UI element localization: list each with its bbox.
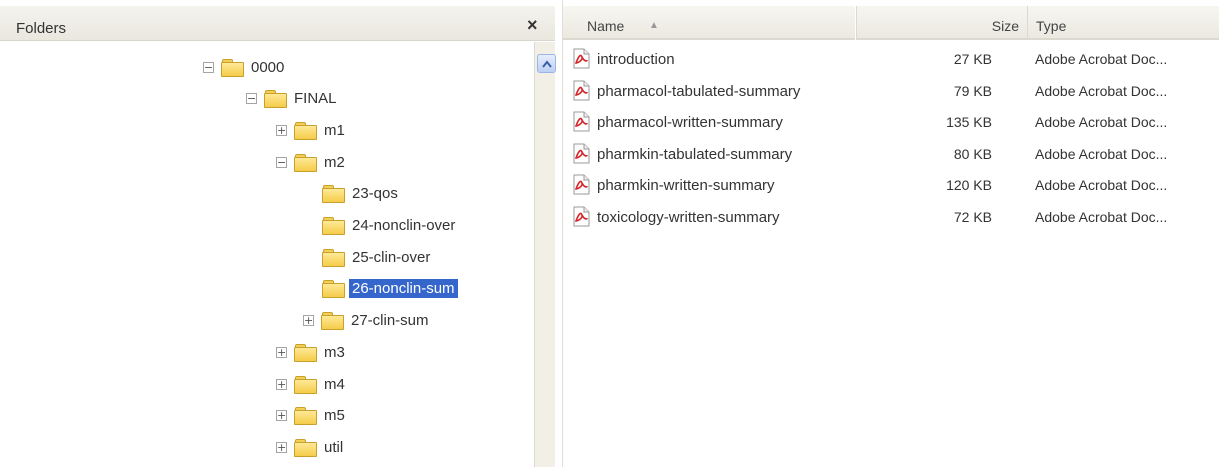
file-type: Adobe Acrobat Doc...: [1035, 51, 1168, 67]
collapse-icon[interactable]: −: [203, 61, 214, 73]
tree-item[interactable]: − 0000: [203, 55, 287, 79]
column-header-type[interactable]: Type: [1027, 6, 1219, 40]
tree-item-label: m3: [324, 343, 345, 361]
folders-header: Folders ×: [0, 6, 555, 41]
file-name: pharmkin-tabulated-summary: [597, 145, 793, 163]
file-size: 135 KB: [946, 114, 992, 130]
tree-item[interactable]: − FINAL: [246, 87, 340, 111]
file-size: 120 KB: [946, 177, 992, 193]
tree-item[interactable]: 23-qos: [322, 182, 401, 206]
scroll-up-button[interactable]: [537, 54, 556, 73]
tree-item-label: util: [324, 438, 344, 456]
vertical-scrollbar[interactable]: [534, 42, 556, 467]
folder-icon: [322, 217, 345, 235]
tree-item[interactable]: + m1: [276, 118, 348, 142]
file-size: 27 KB: [953, 51, 992, 67]
collapse-icon[interactable]: −: [246, 93, 257, 105]
expand-icon[interactable]: +: [276, 346, 287, 358]
pdf-file-icon: [573, 143, 590, 163]
folders-pane: Folders × − 0000 − FINAL + m1 − m2 23-qos 24-nonc…: [0, 0, 556, 467]
collapse-icon[interactable]: −: [276, 156, 287, 168]
expand-icon[interactable]: +: [276, 441, 287, 453]
tree-item-label: 26-nonclin-sum: [349, 279, 458, 299]
file-row[interactable]: pharmkin-tabulated-summary 80 KB Adobe Acr…: [563, 139, 1219, 169]
column-header-name[interactable]: Name ▲: [563, 6, 855, 40]
expand-icon[interactable]: +: [276, 410, 287, 422]
pdf-file-icon: [573, 48, 590, 69]
file-row[interactable]: pharmkin-written-summary 120 KB Adobe Acro…: [563, 170, 1219, 200]
file-size: 80 KB: [953, 145, 992, 162]
file-name: pharmacol-tabulated-summary: [597, 82, 801, 100]
file-list-pane: Name ▲ Size Type introduction 27 KB Adobe …: [562, 0, 1219, 467]
close-folders-button[interactable]: ×: [527, 15, 538, 36]
tree-item-label: 24-nonclin-over: [352, 217, 456, 234]
tree-item-label: m2: [324, 153, 345, 171]
folder-icon: [294, 153, 317, 172]
tree-item-label: FINAL: [294, 90, 337, 108]
tree-item[interactable]: +27-clin-sum: [303, 309, 432, 333]
tree-item-label: 0000: [251, 58, 285, 76]
tree-item[interactable]: 24-nonclin-over: [322, 214, 458, 238]
tree-item[interactable]: + m4: [276, 372, 348, 396]
file-size: 79 KB: [953, 82, 992, 99]
tree-item-label: 25-clin-over: [352, 248, 431, 266]
tree-item[interactable]: + util: [276, 435, 346, 459]
column-header-size[interactable]: Size: [856, 6, 1027, 40]
folder-icon: [294, 438, 317, 457]
column-header-type-label: Type: [1036, 18, 1067, 34]
tree-item-label: m1: [324, 121, 345, 139]
folder-icon: [322, 280, 345, 299]
pdf-file-icon: [573, 206, 590, 226]
file-row[interactable]: pharmacol-tabulated-summary 79 KB Adobe Ac…: [563, 76, 1219, 106]
file-size: 72 KB: [953, 208, 992, 225]
tree-item-label: m5: [324, 407, 345, 425]
column-header-size-label: Size: [991, 18, 1019, 34]
file-name: introduction: [597, 51, 675, 68]
chevron-up-icon: [541, 59, 552, 68]
folder-icon: [322, 248, 345, 267]
folder-icon: [294, 343, 317, 362]
file-type: Adobe Acrobat Doc...: [1035, 177, 1168, 193]
tree-item-label: m4: [324, 375, 345, 393]
tree-item-label: 27-clin-sum: [351, 312, 429, 330]
file-type: Adobe Acrobat Doc...: [1035, 145, 1168, 162]
folder-icon: [322, 185, 345, 204]
file-row[interactable]: toxicology-written-summary 72 KB Adobe Acr…: [563, 202, 1219, 232]
file-type: Adobe Acrobat Doc...: [1035, 82, 1168, 99]
folders-title: Folders: [16, 20, 67, 37]
tree-item[interactable]: 26-nonclin-sum: [322, 277, 458, 301]
tree-item-label: 23-qos: [352, 185, 398, 203]
file-name: pharmacol-written-summary: [597, 114, 783, 131]
file-row[interactable]: introduction 27 KB Adobe Acrobat Doc...: [563, 44, 1219, 74]
pdf-file-icon: [573, 174, 590, 195]
sort-ascending-icon: ▲: [649, 20, 659, 31]
expand-icon[interactable]: +: [276, 124, 287, 136]
folder-icon: [294, 121, 317, 140]
file-row[interactable]: pharmacol-written-summary 135 KB Adobe Acr…: [563, 107, 1219, 137]
column-header-name-label: Name: [587, 18, 625, 34]
folder-icon: [264, 90, 287, 109]
tree-item[interactable]: + m5: [276, 404, 348, 428]
folder-icon: [321, 312, 344, 331]
tree-item[interactable]: 25-clin-over: [322, 245, 433, 269]
folder-icon: [221, 58, 244, 77]
file-type: Adobe Acrobat Doc...: [1035, 114, 1168, 130]
pdf-file-icon: [573, 111, 590, 132]
tree-item[interactable]: + m3: [276, 340, 348, 364]
expand-icon[interactable]: +: [303, 315, 314, 327]
file-name: pharmkin-written-summary: [597, 177, 775, 194]
folder-icon: [294, 407, 317, 426]
folder-icon: [294, 375, 317, 394]
file-type: Adobe Acrobat Doc...: [1035, 208, 1168, 225]
expand-icon[interactable]: +: [276, 378, 287, 390]
tree-item[interactable]: − m2: [276, 150, 348, 174]
pdf-file-icon: [573, 80, 590, 100]
file-name: toxicology-written-summary: [597, 208, 780, 226]
